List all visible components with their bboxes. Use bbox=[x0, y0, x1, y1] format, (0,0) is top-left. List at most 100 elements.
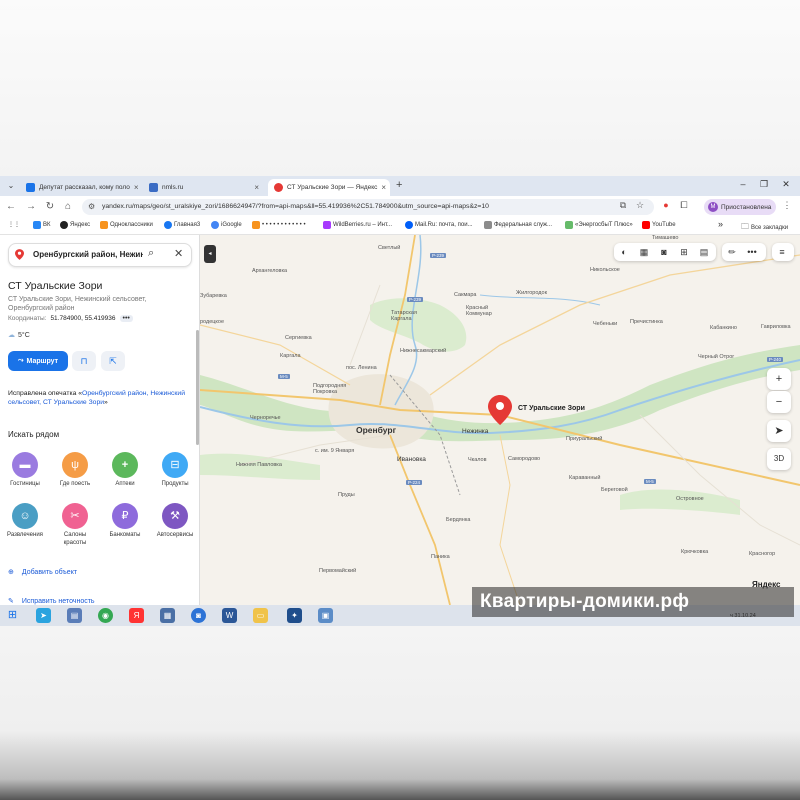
bookmark-label: ВК bbox=[43, 222, 51, 228]
bookmark-fed-service[interactable]: Федеральная служ... bbox=[484, 221, 552, 229]
geolocation-icon[interactable]: ➤ bbox=[767, 420, 791, 442]
menu-kebab-icon[interactable]: ⋮ bbox=[781, 200, 793, 211]
tab-nmls[interactable]: nmls.ru × bbox=[143, 179, 265, 196]
category-label: Салоны красоты bbox=[63, 532, 87, 546]
category-car-service[interactable]: ⚒ Автосервисы bbox=[150, 503, 199, 540]
panel-scrollbar[interactable] bbox=[196, 330, 199, 445]
tab-list-icon[interactable]: ⌄ bbox=[5, 180, 17, 192]
bookmark-hidden[interactable]: • • • • • • • • • • • • bbox=[252, 221, 306, 229]
windows-start-icon[interactable]: ⊞ bbox=[5, 608, 20, 623]
more-icon[interactable]: ••• bbox=[742, 247, 762, 257]
new-tab-button[interactable]: + bbox=[396, 179, 402, 191]
network-app-icon[interactable]: ▤ bbox=[67, 608, 82, 623]
search-box[interactable]: Оренбургский район, Нежинск ⌕ ✕ bbox=[8, 243, 192, 267]
bookmark-glavnaya[interactable]: Главная3 bbox=[164, 221, 200, 229]
hamburger-menu-icon[interactable]: ≡ bbox=[772, 247, 792, 257]
road-shield: М-5 bbox=[278, 374, 290, 379]
bookmark-igoogle[interactable]: iGoogle bbox=[211, 221, 242, 229]
route-button[interactable]: ⤳ Маршрут bbox=[8, 351, 68, 371]
telegram-icon[interactable]: ➤ bbox=[36, 608, 51, 623]
collapse-panel-button[interactable]: ◂ bbox=[204, 245, 216, 263]
bookmark-star-icon[interactable]: ☆ bbox=[634, 200, 646, 211]
profile-button[interactable]: М Приостановлена bbox=[704, 199, 776, 215]
map-canvas[interactable]: ◂ Архангеловка Зубаревка родецкое Светлы… bbox=[200, 235, 800, 605]
site-info-icon[interactable]: ⚙ bbox=[88, 199, 95, 215]
back-icon[interactable]: ← bbox=[4, 200, 18, 214]
marker-label[interactable]: СТ Уральские Зори bbox=[518, 405, 585, 412]
word-icon[interactable]: W bbox=[222, 608, 237, 623]
home-icon[interactable]: ⌂ bbox=[61, 200, 75, 214]
forward-icon[interactable]: → bbox=[24, 200, 38, 214]
close-icon[interactable]: × bbox=[381, 183, 386, 192]
close-icon[interactable]: ✕ bbox=[174, 247, 183, 260]
mail-icon bbox=[405, 221, 413, 229]
ruler-icon[interactable]: ✏ bbox=[722, 247, 742, 258]
zoom-app-icon[interactable]: ◙ bbox=[191, 608, 206, 623]
bookmark-yandex[interactable]: Яндекс bbox=[60, 221, 90, 229]
map-label: Пруды bbox=[338, 492, 355, 498]
close-icon[interactable]: × bbox=[134, 183, 139, 192]
bookmark-place-button[interactable]: ⊓ bbox=[72, 351, 96, 371]
reload-icon[interactable]: ↻ bbox=[43, 200, 57, 214]
all-bookmarks[interactable]: 🗀 Все закладки bbox=[741, 221, 788, 235]
bookmarks-bar: ⋮⋮ ВК Яндекс Одноклассники Главная3 iGoo… bbox=[0, 218, 800, 235]
camera-icon[interactable]: ◙ bbox=[654, 247, 674, 257]
bookmark-vk[interactable]: ВК bbox=[33, 221, 51, 229]
category-food[interactable]: ψ Где поесть bbox=[50, 452, 100, 489]
coords-value[interactable]: 51.784900, 55.419936 bbox=[50, 315, 115, 322]
coords-more-button[interactable]: ••• bbox=[119, 315, 133, 322]
place-title: СТ Уральские Зори bbox=[8, 280, 103, 292]
bookmark-label: iGoogle bbox=[221, 222, 242, 228]
extensions-icon[interactable]: ⧠ bbox=[678, 200, 690, 211]
search-icon[interactable]: ⌕ bbox=[148, 247, 154, 260]
document-app-icon[interactable]: ▦ bbox=[160, 608, 175, 623]
category-atm[interactable]: ₽ Банкоматы bbox=[100, 503, 150, 540]
bookmark-mailru[interactable]: Mail.Ru: почта, пои... bbox=[405, 221, 473, 229]
odnoklassniki-icon bbox=[100, 221, 108, 229]
category-hotels[interactable]: ▬ Гостиницы bbox=[0, 452, 50, 489]
minimize-icon[interactable]: – bbox=[736, 179, 750, 189]
category-beauty[interactable]: ✂ Салоны красоты bbox=[50, 503, 100, 547]
bookmark-energosbyt[interactable]: «ЭнергосбыТ Плюс» bbox=[565, 221, 633, 229]
yandex-browser-icon[interactable]: Я bbox=[129, 608, 144, 623]
map-label: Татарская Каргала bbox=[391, 310, 417, 322]
image-viewer-icon[interactable]: ▣ bbox=[318, 608, 333, 623]
transit-icon[interactable]: ⊞ bbox=[674, 247, 694, 258]
url-field[interactable]: ⚙ yandex.ru/maps/geo/st_uralskiye_zori/1… bbox=[82, 199, 654, 215]
window-close-icon[interactable]: ✕ bbox=[779, 179, 793, 190]
map-label: Нижнесакмарский bbox=[400, 348, 447, 354]
fork-knife-icon: ψ bbox=[62, 452, 88, 478]
bookmark-youtube[interactable]: YouTube bbox=[642, 221, 676, 229]
tab-deputy[interactable]: Депутат рассказал, кому поло × bbox=[20, 179, 140, 196]
map-label: Сергиевка bbox=[285, 335, 312, 341]
zoom-out-button[interactable]: − bbox=[767, 391, 791, 413]
location-marker-icon[interactable] bbox=[488, 395, 512, 425]
add-object-link[interactable]: ⊕ Добавить объект bbox=[8, 568, 77, 577]
map-label: Кабанкино bbox=[710, 325, 737, 331]
maximize-icon[interactable]: ❐ bbox=[757, 179, 771, 190]
zoom-in-button[interactable]: + bbox=[767, 368, 791, 390]
opera-extension-icon[interactable]: ● bbox=[660, 200, 672, 210]
bookmark-wildberries[interactable]: WildBerries.ru – Инт... bbox=[323, 221, 392, 229]
report-error-link[interactable]: ✎ Исправить неточность bbox=[8, 597, 95, 606]
more-bookmarks-icon[interactable]: » bbox=[718, 219, 723, 229]
tab-yandex-maps[interactable]: СТ Уральские Зори — Яндекс × bbox=[268, 179, 390, 196]
saved-icon[interactable]: ▤ bbox=[694, 247, 714, 258]
bookmark-ok[interactable]: Одноклассники bbox=[100, 221, 153, 229]
panorama-icon[interactable]: ▦ bbox=[634, 247, 654, 258]
screen: ⌄ Депутат рассказал, кому поло × nmls.ru… bbox=[0, 176, 800, 626]
category-entertainment[interactable]: ☺ Развлечения bbox=[0, 503, 50, 540]
share-button[interactable]: ⇱ bbox=[101, 351, 125, 371]
category-pharmacy[interactable]: + Аптеки bbox=[100, 452, 150, 489]
install-icon[interactable]: ⧉ bbox=[617, 200, 629, 211]
view-3d-button[interactable]: 3D bbox=[767, 448, 791, 470]
watermark: Квартиры-домики.рф bbox=[472, 587, 794, 617]
network-icon[interactable]: ✦ bbox=[287, 608, 302, 623]
search-input[interactable]: Оренбургский район, Нежинск bbox=[33, 250, 143, 259]
category-groceries[interactable]: ⊟ Продукты bbox=[150, 452, 199, 489]
layers-icon[interactable]: ◐ bbox=[614, 247, 634, 257]
apps-icon[interactable]: ⋮⋮ bbox=[8, 221, 20, 228]
close-icon[interactable]: × bbox=[254, 183, 259, 192]
chrome-icon[interactable]: ◉ bbox=[98, 608, 113, 623]
file-explorer-icon[interactable]: ▭ bbox=[253, 608, 268, 623]
